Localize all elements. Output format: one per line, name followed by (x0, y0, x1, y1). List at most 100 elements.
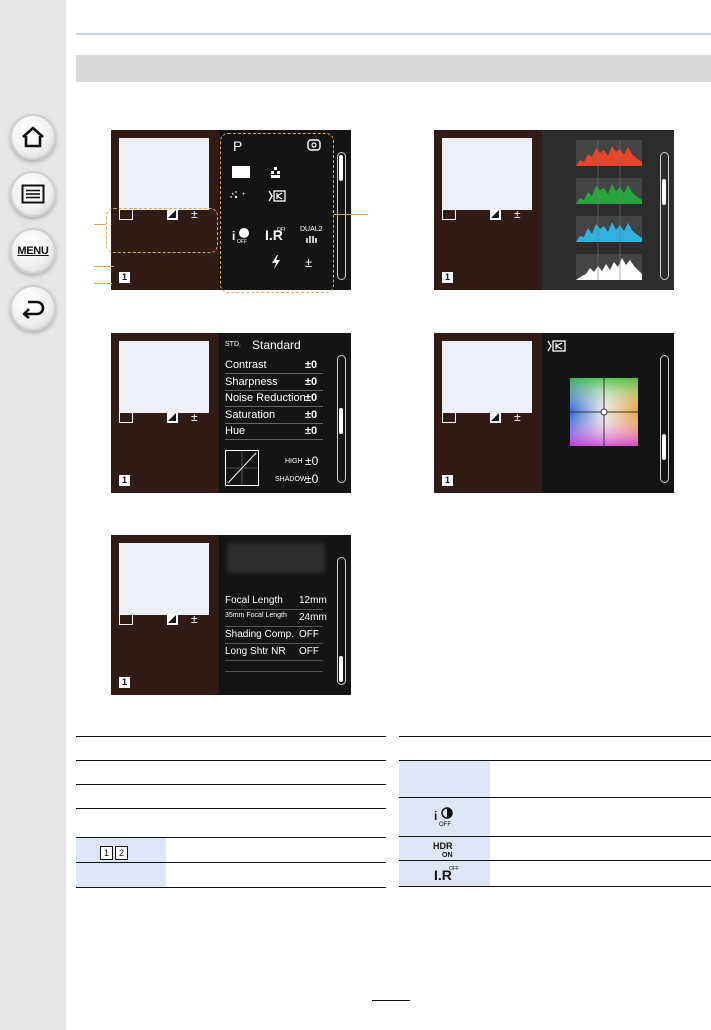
callout-line-2 (94, 266, 114, 267)
plus-minus-icon: ± (191, 612, 198, 626)
wb-color-grid (570, 378, 638, 446)
lens-row-value: OFF (299, 629, 319, 640)
callout-line-4 (334, 214, 368, 215)
custom-set-icon: 1 (442, 475, 453, 486)
table-row (76, 837, 386, 863)
row-divider (225, 439, 323, 440)
row-divider (225, 406, 323, 407)
back-arrow-icon (22, 300, 45, 319)
plus-minus-icon: ± (514, 410, 521, 424)
callout-line-3 (94, 283, 112, 284)
page-number-underline (372, 1000, 410, 1001)
menu-button[interactable]: MENU (10, 228, 56, 274)
preview-area (119, 543, 209, 615)
scrollbar[interactable] (660, 152, 669, 280)
photo-style-row-label: Noise Reduction (225, 392, 306, 404)
table-row (399, 797, 711, 837)
high-value: ±0 (305, 454, 319, 468)
header-rule (76, 33, 711, 35)
table-row (76, 784, 386, 809)
aspect-icon (442, 209, 456, 220)
white-balance-screen: ± 1 (434, 333, 674, 493)
row-divider (225, 671, 323, 672)
highlight-left-group (106, 208, 218, 253)
row-divider (225, 373, 323, 374)
photo-style-row-label: Hue (225, 425, 246, 437)
row-divider (225, 660, 323, 661)
icon-row: ± (119, 410, 211, 426)
aspect-icon (442, 412, 456, 423)
table-row (76, 760, 386, 785)
photo-style-row-label: Saturation (225, 408, 276, 421)
table-row (399, 736, 711, 761)
wb-panel (542, 333, 674, 493)
exposure-comp-icon (167, 614, 178, 625)
scroll-thumb[interactable] (662, 434, 666, 460)
aspect-icon (119, 614, 133, 625)
preview-area (119, 341, 209, 413)
table-row (76, 862, 386, 888)
icon-row: ± (119, 612, 211, 628)
right-table: i OFF HDR ON I.R OFF (399, 736, 711, 891)
lens-info-screen: ± 1 Focal Length 12mm 35mm Focal Length 24m… (111, 535, 351, 695)
icon-row: ± (442, 410, 534, 426)
photo-style-row-value: ±0 (305, 425, 318, 437)
tone-curve-icon (226, 451, 258, 485)
row-divider (225, 609, 323, 610)
scrollbar[interactable] (337, 355, 346, 483)
plus-minus-icon: ± (514, 207, 521, 221)
row-divider (225, 626, 323, 627)
home-button[interactable] (10, 114, 56, 160)
row-divider (225, 643, 323, 644)
preview-area (442, 138, 532, 210)
photo-style-row-label: Contrast (225, 359, 267, 371)
custom-set-icon: 1 (119, 677, 130, 688)
lens-name-blurred (227, 543, 325, 573)
custom-set-icon: 1 (442, 272, 453, 283)
table-row (76, 736, 386, 761)
sidebar: MENU (0, 0, 66, 1030)
scrollbar[interactable] (337, 152, 346, 280)
scroll-thumb[interactable] (339, 408, 343, 434)
icon-row: ± (442, 207, 534, 223)
left-table: 12 (76, 736, 386, 891)
lens-row-value: 12mm (299, 595, 327, 606)
back-button[interactable] (10, 285, 56, 331)
section-title-bar (76, 55, 711, 82)
exposure-comp-icon (490, 209, 501, 220)
row-divider (225, 389, 323, 391)
table-row (399, 760, 711, 798)
lens-row-label: Shading Comp. (225, 629, 294, 640)
table-row (76, 808, 386, 838)
preview-area (442, 341, 532, 413)
photo-style-row-value: ±0 (305, 392, 318, 404)
contents-button[interactable] (10, 171, 56, 217)
style-name: Standard (252, 338, 301, 352)
photo-style-panel: STD. Standard Contrast ±0 Sharpness ±0 Noise… (219, 333, 351, 493)
aspect-icon (119, 412, 133, 423)
histograms (576, 140, 642, 280)
scroll-thumb[interactable] (339, 656, 343, 682)
photo-style-row-value: ±0 (305, 375, 318, 388)
row-divider (225, 422, 323, 424)
home-icon (22, 126, 44, 148)
histogram-panel (542, 130, 674, 290)
lens-row-label: 35mm Focal Length (225, 612, 287, 619)
photo-style-screen: ± 1 STD. Standard Contrast ±0 Sharpness ±0 N… (111, 333, 351, 493)
lens-row-label: Long Shtr NR (225, 646, 286, 657)
scroll-thumb[interactable] (339, 155, 343, 181)
shadow-label: SHADOW (275, 476, 307, 483)
style-std-icon: STD. (225, 341, 241, 348)
table-row (399, 836, 711, 861)
high-label: HIGH (285, 458, 303, 465)
callout-line-1 (94, 224, 106, 225)
scrollbar[interactable] (660, 355, 669, 483)
scroll-thumb[interactable] (662, 179, 666, 205)
plus-minus-icon: ± (191, 410, 198, 424)
scrollbar[interactable] (337, 557, 346, 685)
menu-label: MENU (17, 245, 49, 257)
table-row (399, 860, 711, 887)
lens-panel: Focal Length 12mm 35mm Focal Length 24mm Sha… (219, 535, 351, 695)
contents-list-icon (21, 184, 45, 204)
custom-set-icon: 1 (119, 272, 130, 283)
